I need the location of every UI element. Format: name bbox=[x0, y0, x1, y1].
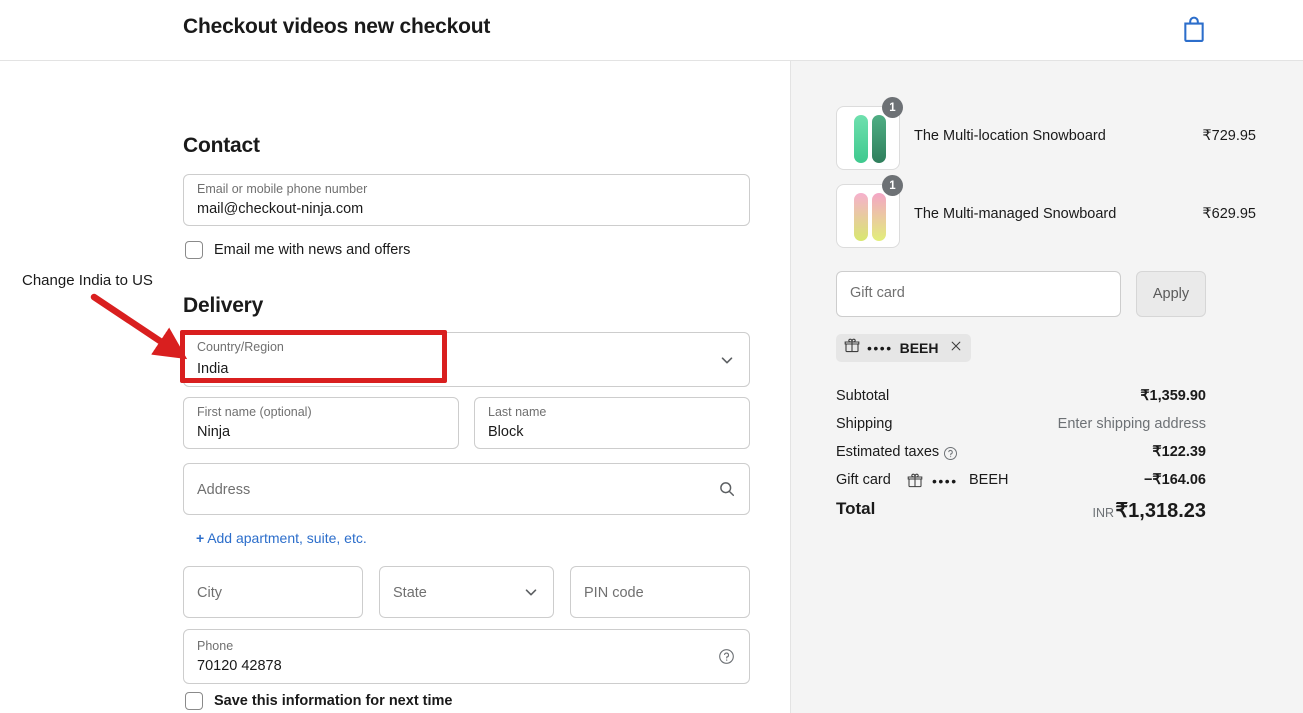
checkout-form-panel: Contact Email or mobile phone number mai… bbox=[0, 61, 790, 713]
summary-value: Enter shipping address bbox=[1057, 416, 1206, 432]
pin-code-placeholder: PIN code bbox=[584, 585, 644, 601]
newsletter-checkbox-row[interactable]: Email me with news and offers bbox=[185, 241, 410, 259]
order-summary-panel: 1 The Multi-location Snowboard ₹729.95 1… bbox=[790, 61, 1303, 713]
add-apartment-label: Add apartment, suite, etc. bbox=[207, 530, 367, 546]
plus-icon: + bbox=[196, 530, 205, 546]
gift-card-code: BEEH bbox=[969, 472, 1009, 488]
first-name-label: First name (optional) bbox=[197, 405, 312, 419]
save-info-checkbox-label: Save this information for next time bbox=[214, 693, 453, 709]
delivery-heading: Delivery bbox=[183, 294, 264, 317]
cart-item[interactable]: 1 The Multi-location Snowboard ₹729.95 bbox=[836, 97, 1256, 172]
newsletter-checkbox-label: Email me with news and offers bbox=[214, 242, 411, 258]
summary-row-gift-card: Gift card •••• BEEH −₹164.06 bbox=[836, 472, 1206, 494]
summary-row-subtotal: Subtotal ₹1,359.90 bbox=[836, 388, 1206, 410]
phone-field[interactable]: Phone 70120 42878 bbox=[183, 629, 750, 684]
country-region-value: India bbox=[197, 361, 229, 377]
cart-item-price: ₹729.95 bbox=[1202, 128, 1256, 144]
gift-card-chip: •••• BEEH bbox=[836, 334, 971, 362]
gift-card-input[interactable]: Gift card bbox=[836, 271, 1121, 317]
summary-label: Shipping bbox=[836, 416, 893, 432]
last-name-label: Last name bbox=[488, 405, 547, 419]
quantity-badge: 1 bbox=[882, 175, 903, 196]
summary-row-shipping: Shipping Enter shipping address bbox=[836, 416, 1206, 438]
add-apartment-link[interactable]: + Add apartment, suite, etc. bbox=[196, 530, 367, 546]
snowboard-shape bbox=[872, 193, 886, 241]
country-region-label: Country/Region bbox=[197, 340, 284, 354]
help-circle-icon[interactable] bbox=[943, 446, 958, 466]
gift-card-dots: •••• bbox=[932, 473, 958, 489]
cart-item-title: The Multi-managed Snowboard bbox=[914, 206, 1117, 222]
cart-item-title: The Multi-location Snowboard bbox=[914, 128, 1106, 144]
state-placeholder: State bbox=[393, 585, 427, 601]
summary-value: ₹122.39 bbox=[1152, 444, 1206, 460]
cart-item-price: ₹629.95 bbox=[1202, 206, 1256, 222]
save-info-checkbox-row[interactable]: Save this information for next time bbox=[185, 692, 453, 710]
total-value: ₹1,318.23 bbox=[1115, 500, 1206, 522]
save-info-checkbox[interactable] bbox=[185, 692, 203, 710]
snowboard-shape bbox=[872, 115, 886, 163]
gift-icon bbox=[844, 338, 860, 359]
gift-card-dots: •••• bbox=[867, 340, 893, 356]
chevron-down-icon[interactable] bbox=[718, 351, 736, 369]
chevron-down-icon[interactable] bbox=[522, 583, 540, 601]
total-currency: INR bbox=[1092, 506, 1114, 520]
summary-label: Estimated taxes bbox=[836, 444, 940, 460]
search-icon[interactable] bbox=[718, 480, 736, 498]
state-field[interactable]: State bbox=[379, 566, 554, 618]
gift-card-code: BEEH bbox=[899, 340, 939, 356]
cart-item-thumbnail: 1 bbox=[836, 97, 903, 170]
summary-label: Gift card bbox=[836, 472, 891, 488]
city-placeholder: City bbox=[197, 585, 222, 601]
cart-item-thumbnail: 1 bbox=[836, 175, 903, 248]
first-name-field[interactable]: First name (optional) Ninja bbox=[183, 397, 459, 449]
summary-row-total: Total INR ₹1,318.23 bbox=[836, 499, 1206, 532]
snowboard-shape bbox=[854, 115, 868, 163]
page-title: Checkout videos new checkout bbox=[183, 15, 491, 38]
phone-value: 70120 42878 bbox=[197, 658, 282, 674]
pin-code-field[interactable]: PIN code bbox=[570, 566, 750, 618]
email-field-value: mail@checkout-ninja.com bbox=[197, 201, 364, 217]
shopping-bag-icon[interactable] bbox=[1181, 14, 1207, 44]
newsletter-checkbox[interactable] bbox=[185, 241, 203, 259]
summary-value: −₹164.06 bbox=[1143, 472, 1206, 488]
phone-label: Phone bbox=[197, 639, 234, 653]
first-name-value: Ninja bbox=[197, 424, 231, 440]
contact-heading: Contact bbox=[183, 134, 260, 157]
cart-item[interactable]: 1 The Multi-managed Snowboard ₹629.95 bbox=[836, 175, 1256, 250]
apply-button[interactable]: Apply bbox=[1136, 271, 1206, 317]
total-label: Total bbox=[836, 499, 876, 518]
summary-value: ₹1,359.90 bbox=[1140, 388, 1206, 404]
snowboard-shape bbox=[854, 193, 868, 241]
summary-label: Subtotal bbox=[836, 388, 890, 404]
checkout-page: Checkout videos new checkout Contact Ema… bbox=[0, 0, 1303, 713]
city-field[interactable]: City bbox=[183, 566, 363, 618]
gift-card-placeholder: Gift card bbox=[850, 285, 905, 301]
quantity-badge: 1 bbox=[882, 97, 903, 118]
email-field[interactable]: Email or mobile phone number mail@checko… bbox=[183, 174, 750, 226]
address-placeholder: Address bbox=[197, 482, 251, 498]
last-name-value: Block bbox=[488, 424, 524, 440]
address-field[interactable]: Address bbox=[183, 463, 750, 515]
email-field-label: Email or mobile phone number bbox=[197, 182, 368, 196]
summary-row-estimated-taxes: Estimated taxes ₹122.39 bbox=[836, 444, 1206, 466]
close-icon[interactable] bbox=[949, 339, 963, 358]
last-name-field[interactable]: Last name Block bbox=[474, 397, 750, 449]
annotation-label: Change India to US bbox=[22, 272, 153, 289]
country-region-field[interactable]: Country/Region India bbox=[183, 332, 750, 387]
page-header: Checkout videos new checkout bbox=[0, 0, 1303, 61]
help-circle-icon[interactable] bbox=[718, 648, 736, 666]
gift-icon bbox=[907, 473, 923, 494]
